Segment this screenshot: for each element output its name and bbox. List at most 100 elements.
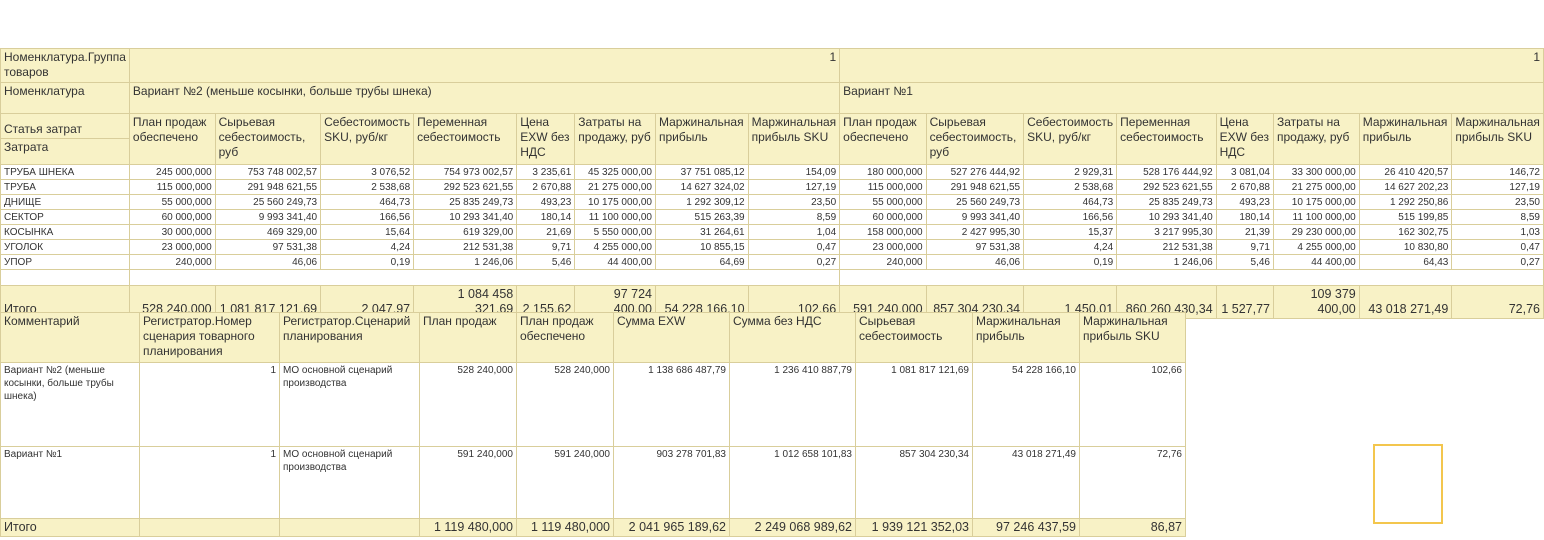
cell-value: 37 751 085,12	[655, 164, 749, 180]
cell-value: 60 000,000	[839, 209, 927, 225]
col-header: Сырьевая себестоимость, руб	[925, 113, 1025, 165]
total-value: 1 939 121 352,03	[855, 518, 973, 537]
cell-value: 9,71	[516, 239, 576, 255]
total-value: 109 379 400,00	[1272, 285, 1360, 319]
col-header: Переменная себестоимость	[1116, 113, 1217, 165]
cell-value: 10 855,15	[655, 239, 749, 255]
cell-value: 55 000,000	[839, 194, 927, 210]
scenario-row[interactable]: Вариант №2 (меньше косынки, больше трубы…	[0, 362, 1186, 447]
cell-value: 25 560 249,73	[925, 194, 1025, 210]
variant-2-header: Вариант №2 (меньше косынки, больше трубы…	[128, 82, 841, 114]
cell-value: МО основной сценарий производства	[279, 362, 420, 447]
col-header: План продаж обеспечено	[839, 113, 927, 165]
cell-value: 1	[139, 446, 280, 519]
selection-cursor[interactable]	[1373, 444, 1443, 524]
cell-value: 5,46	[1215, 254, 1274, 270]
col-header: Цена EXW без НДС	[1215, 113, 1274, 165]
cell-value: 1,04	[747, 224, 841, 240]
cell-value: 0,47	[1451, 239, 1544, 255]
cell-value: 180 000,000	[839, 164, 927, 180]
cell-value: 72,76	[1079, 446, 1186, 519]
row-name: ТРУБА	[0, 179, 130, 195]
empty-cell	[139, 518, 280, 537]
cell-value: Вариант №1	[0, 446, 140, 519]
total-value: 1 527,77	[1215, 285, 1274, 319]
cell-value: 146,72	[1451, 164, 1544, 180]
cell-value: 2 538,68	[1023, 179, 1118, 195]
col-header: План продаж обеспечено	[516, 312, 614, 363]
cell-value: 60 000,000	[128, 209, 216, 225]
cell-value: 1 292 250,86	[1358, 194, 1453, 210]
cell-value: 515 263,39	[655, 209, 749, 225]
cell-value: 240,000	[128, 254, 216, 270]
cell-value: 4,24	[320, 239, 415, 255]
cost-row[interactable]: УГОЛОК 23 000,000 97 531,38 4,24 212 531,38 9…	[0, 239, 1544, 255]
cell-value: 292 523 621,55	[413, 179, 518, 195]
cell-value: 8,59	[747, 209, 841, 225]
empty-cell	[279, 518, 420, 537]
cell-value: 15,37	[1023, 224, 1118, 240]
cell-value: 26 410 420,57	[1358, 164, 1453, 180]
cell-value: 0,19	[1023, 254, 1118, 270]
cell-value: 9 993 341,40	[925, 209, 1025, 225]
cell-value: 14 627 202,23	[1358, 179, 1453, 195]
cell-value: 291 948 621,55	[214, 179, 322, 195]
cell-value: 591 240,000	[516, 446, 614, 519]
cell-value: 180,14	[1215, 209, 1274, 225]
total-value: 43 018 271,49	[1358, 285, 1453, 319]
col-header: Регистратор.Сценарий планирования	[279, 312, 420, 363]
nomenclature-label: Номенклатура	[0, 82, 130, 114]
cell-value: 154,09	[747, 164, 841, 180]
col-header: Сырьевая себестоимость	[855, 312, 973, 363]
cell-value: 493,23	[516, 194, 576, 210]
cell-value: 44 400,00	[574, 254, 656, 270]
cell-value: 21 275 000,00	[1272, 179, 1360, 195]
cell-value: 1,03	[1451, 224, 1544, 240]
col-header: Затраты на продажу, руб	[574, 113, 656, 165]
cell-value: 4,24	[1023, 239, 1118, 255]
scenario-row[interactable]: Вариант №1 1 МО основной сценарий производ…	[0, 446, 1186, 519]
cost-row[interactable]: ТРУБА ШНЕКА 245 000,000 753 748 002,57 3 07…	[0, 164, 1544, 180]
cost-row[interactable]: СЕКТОР 60 000,000 9 993 341,40 166,56 10 293…	[0, 209, 1544, 225]
total-value: 2 041 965 189,62	[613, 518, 730, 537]
cost-row[interactable]: ДНИЩЕ 55 000,000 25 560 249,73 464,73 25 835…	[0, 194, 1544, 210]
col-header: Комментарий	[0, 312, 140, 363]
cell-value: 23 000,000	[128, 239, 216, 255]
cell-value: 2 670,88	[1215, 179, 1274, 195]
cost-row[interactable]: ТРУБА 115 000,000 291 948 621,55 2 538,68 29…	[0, 179, 1544, 195]
cell-value: 1 292 309,12	[655, 194, 749, 210]
cell-value: 97 531,38	[214, 239, 322, 255]
cell-value: 11 100 000,00	[1272, 209, 1360, 225]
cell-value: 127,19	[1451, 179, 1544, 195]
cell-value: 0,27	[1451, 254, 1544, 270]
cell-value: 14 627 324,02	[655, 179, 749, 195]
cell-value: 754 973 002,57	[413, 164, 518, 180]
cell-value: Вариант №2 (меньше косынки, больше трубы…	[0, 362, 140, 447]
cell-value: 493,23	[1215, 194, 1274, 210]
cell-value: 5,46	[516, 254, 576, 270]
cell-value: 1 246,06	[413, 254, 518, 270]
cell-value: 9,71	[1215, 239, 1274, 255]
cost-label: Затрата	[0, 138, 130, 165]
col-header: Маржинальная прибыль	[972, 312, 1080, 363]
cell-value: 33 300 000,00	[1272, 164, 1360, 180]
cell-value: 11 100 000,00	[574, 209, 656, 225]
cell-value: 5 550 000,00	[574, 224, 656, 240]
cell-value: 43 018 271,49	[972, 446, 1080, 519]
total-value: 1 119 480,000	[419, 518, 517, 537]
col-header: Маржинальная прибыль SKU	[1451, 113, 1544, 165]
row-name: УГОЛОК	[0, 239, 130, 255]
cell-value: 25 835 249,73	[1116, 194, 1217, 210]
col-header: Себестоимость SKU, руб/кг	[1023, 113, 1118, 165]
cost-row[interactable]: УПОР 240,000 46,06 0,19 1 246,06 5,46 44 400,0…	[0, 254, 1544, 270]
cell-value: 0,27	[747, 254, 841, 270]
cell-value: 1 012 658 101,83	[729, 446, 856, 519]
cell-value: 753 748 002,57	[214, 164, 322, 180]
cell-value: 10 830,80	[1358, 239, 1453, 255]
cost-item-label: Статья затрат	[0, 113, 130, 139]
cell-value: 3 217 995,30	[1116, 224, 1217, 240]
cost-row[interactable]: КОСЫНКА 30 000,000 469 329,00 15,64 619 329,…	[0, 224, 1544, 240]
cell-value: 10 175 000,00	[1272, 194, 1360, 210]
cell-value: 3 235,61	[516, 164, 576, 180]
cell-value: 31 264,61	[655, 224, 749, 240]
